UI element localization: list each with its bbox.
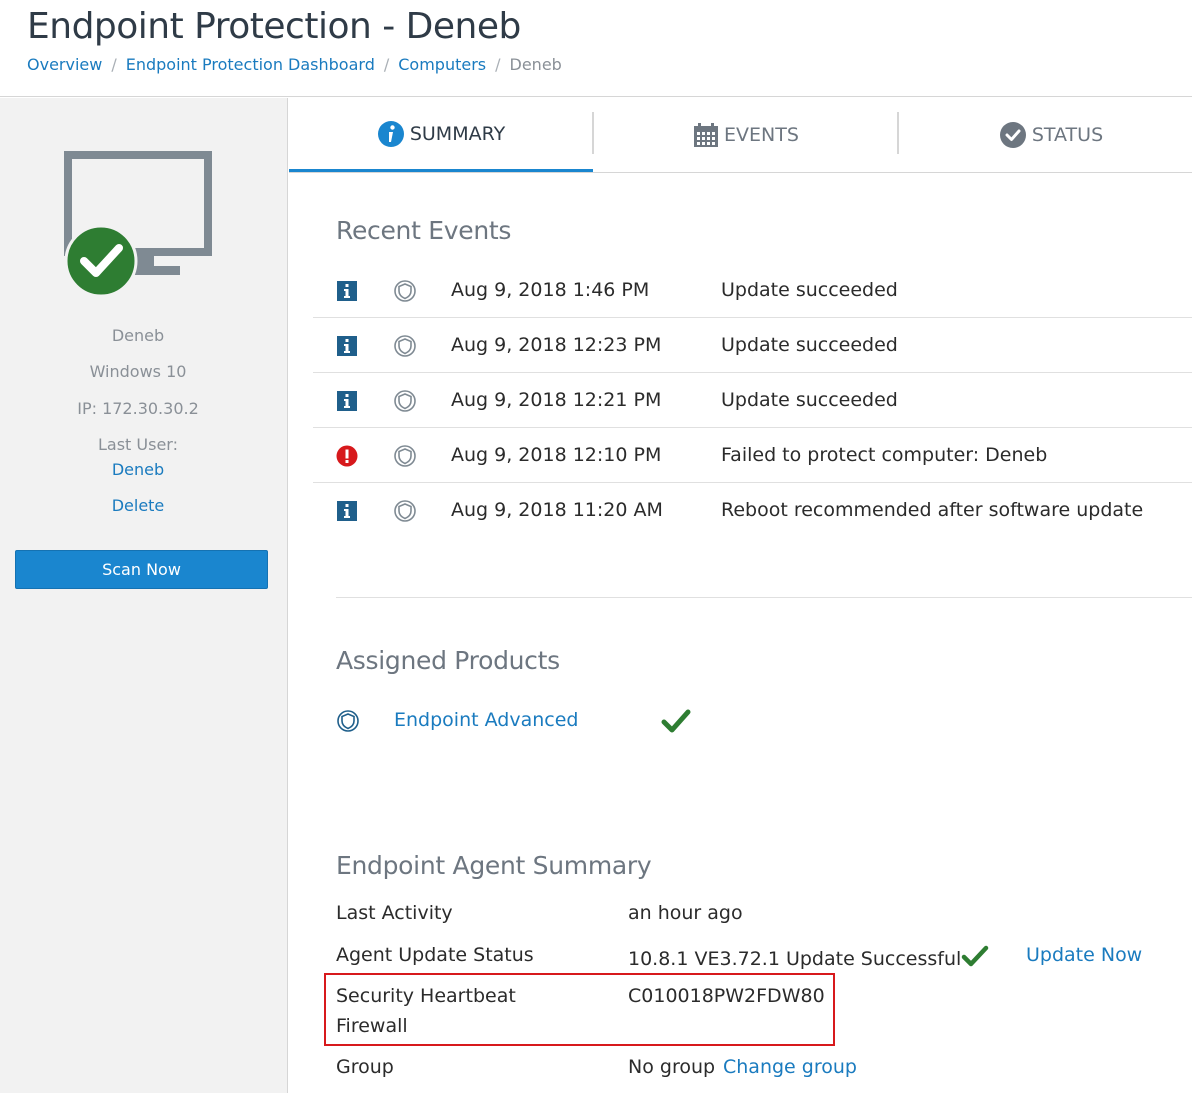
event-description: Update succeeded <box>721 389 898 411</box>
last-user-link[interactable]: Deneb <box>0 460 276 479</box>
event-row[interactable]: Aug 9, 2018 12:21 PM Update succeeded <box>313 373 1192 428</box>
shield-icon <box>394 280 416 302</box>
event-date: Aug 9, 2018 12:10 PM <box>451 444 662 466</box>
breadcrumb-overview[interactable]: Overview <box>27 55 102 74</box>
event-date: Aug 9, 2018 12:21 PM <box>451 389 662 411</box>
product-row: Endpoint Advanced <box>336 706 736 736</box>
page-header: Endpoint Protection - Deneb Overview / E… <box>0 0 1192 97</box>
breadcrumb-endpoint-dashboard[interactable]: Endpoint Protection Dashboard <box>126 55 375 74</box>
breadcrumb-computers[interactable]: Computers <box>398 55 486 74</box>
tab-status[interactable]: STATUS <box>899 98 1192 172</box>
event-description: Update succeeded <box>721 279 898 301</box>
calendar-icon <box>693 122 719 148</box>
checkmark-icon <box>962 945 989 967</box>
event-description: Reboot recommended after software update <box>721 499 1144 521</box>
event-row[interactable]: Aug 9, 2018 12:23 PM Update succeeded <box>313 318 1192 373</box>
divider <box>336 597 1192 598</box>
shield-icon <box>394 500 416 522</box>
check-circle-icon <box>999 121 1027 149</box>
monitor-icon <box>64 151 212 298</box>
event-date: Aug 9, 2018 1:46 PM <box>451 279 650 301</box>
update-status-text: 10.8.1 VE3.72.1 Update Successful <box>628 948 962 970</box>
event-description: Failed to protect computer: Deneb <box>721 444 1048 466</box>
delete-link[interactable]: Delete <box>0 496 276 515</box>
breadcrumb-current: Deneb <box>509 55 562 74</box>
tab-bar: SUMMARY EVENTS STATUS <box>289 98 1192 173</box>
recent-events-title: Recent Events <box>336 216 512 245</box>
shield-icon <box>394 445 416 467</box>
update-status-value: 10.8.1 VE3.72.1 Update Successful <box>628 944 989 970</box>
shield-icon <box>394 390 416 412</box>
sidebar: Deneb Windows 10 IP: 172.30.30.2 Last Us… <box>0 98 288 1093</box>
event-date: Aug 9, 2018 11:20 AM <box>451 499 663 521</box>
last-activity-label: Last Activity <box>336 902 453 924</box>
highlight-annotation <box>324 973 835 1046</box>
tab-summary[interactable]: SUMMARY <box>289 98 593 172</box>
event-row[interactable]: Aug 9, 2018 11:20 AM Reboot recommended a… <box>313 483 1192 538</box>
update-now-link[interactable]: Update Now <box>1026 944 1142 966</box>
last-activity-value: an hour ago <box>628 902 743 924</box>
agent-summary-title: Endpoint Agent Summary <box>336 851 652 880</box>
scan-now-button[interactable]: Scan Now <box>15 550 268 589</box>
breadcrumb-separator: / <box>383 55 390 74</box>
page-title: Endpoint Protection - Deneb <box>27 6 521 47</box>
computer-name: Deneb <box>111 326 165 345</box>
events-list: Aug 9, 2018 1:46 PM Update succeeded Aug 9… <box>313 263 1192 538</box>
change-group-link[interactable]: Change group <box>723 1056 857 1078</box>
ip-address: IP: 172.30.30.2 <box>77 399 199 418</box>
last-user-label: Last User: <box>98 435 178 454</box>
info-circle-icon <box>377 120 405 148</box>
group-value: No group <box>628 1056 716 1078</box>
tab-status-label: STATUS <box>1031 124 1104 146</box>
info-icon <box>337 281 357 301</box>
info-icon <box>337 391 357 411</box>
check-circle-icon <box>64 224 138 298</box>
event-description: Update succeeded <box>721 334 898 356</box>
tab-events[interactable]: EVENTS <box>594 98 898 172</box>
shield-icon <box>394 335 416 357</box>
breadcrumb-separator: / <box>495 55 501 74</box>
event-row[interactable]: Aug 9, 2018 1:46 PM Update succeeded <box>313 263 1192 318</box>
breadcrumb-separator: / <box>111 55 117 74</box>
event-row[interactable]: Aug 9, 2018 12:10 PM Failed to protect co… <box>313 428 1192 483</box>
tab-summary-label: SUMMARY <box>409 122 506 145</box>
checkmark-icon <box>661 709 691 733</box>
tab-events-label: EVENTS <box>724 124 799 146</box>
product-name-link[interactable]: Endpoint Advanced <box>394 709 578 731</box>
group-label: Group <box>336 1056 394 1078</box>
info-icon <box>337 336 357 356</box>
shield-icon <box>337 710 359 732</box>
update-status-label: Agent Update Status <box>336 944 534 966</box>
error-icon <box>336 445 358 467</box>
event-date: Aug 9, 2018 12:23 PM <box>451 334 662 356</box>
breadcrumb: Overview / Endpoint Protection Dashboard… <box>27 55 562 74</box>
assigned-products-title: Assigned Products <box>336 646 560 675</box>
os-version: Windows 10 <box>89 362 187 381</box>
info-icon <box>337 501 357 521</box>
